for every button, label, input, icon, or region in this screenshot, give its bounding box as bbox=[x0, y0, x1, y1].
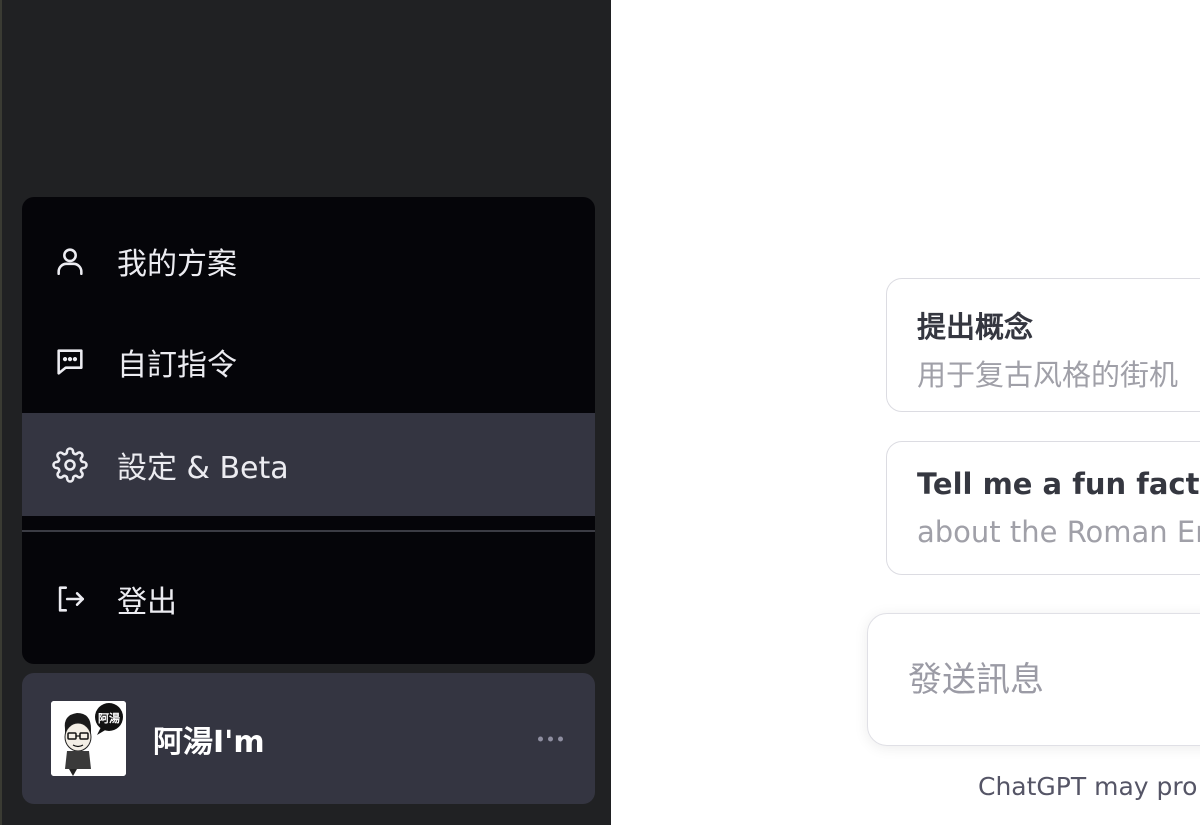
message-composer bbox=[867, 613, 1200, 746]
suggestion-subtitle: about the Roman Em bbox=[917, 515, 1200, 549]
message-input[interactable] bbox=[908, 652, 1200, 708]
menu-divider bbox=[22, 530, 595, 532]
menu-item-label: 設定 & Beta bbox=[117, 450, 289, 486]
user-name: 阿湯I'm bbox=[153, 724, 265, 760]
avatar-badge-text: 阿湯 bbox=[98, 711, 120, 725]
menu-item-custom-instructions[interactable]: 自訂指令 bbox=[22, 310, 595, 413]
logout-icon bbox=[50, 579, 90, 619]
menu-item-my-plan[interactable]: 我的方案 bbox=[22, 209, 595, 312]
avatar: 阿湯 bbox=[51, 701, 126, 776]
user-account-row[interactable]: 阿湯 阿湯I'm bbox=[22, 673, 595, 804]
menu-item-label: 我的方案 bbox=[117, 246, 237, 282]
suggestion-title: 提出概念 bbox=[917, 310, 1034, 344]
menu-item-label: 自訂指令 bbox=[117, 347, 237, 383]
gear-icon bbox=[50, 445, 90, 485]
more-horizontal-icon[interactable] bbox=[538, 736, 563, 741]
user-icon bbox=[50, 241, 90, 281]
menu-item-label: 登出 bbox=[117, 584, 177, 620]
suggestion-card[interactable]: 提出概念 用于复古风格的街机 bbox=[886, 278, 1200, 412]
account-menu: 我的方案 自訂指令 設定 & Beta 登出 bbox=[22, 197, 595, 664]
chat-main: 提出概念 用于复古风格的街机 Tell me a fun fact about … bbox=[611, 0, 1200, 825]
chat-bubble-icon bbox=[50, 342, 90, 382]
disclaimer-text: ChatGPT may pro bbox=[978, 772, 1198, 801]
menu-item-settings[interactable]: 設定 & Beta bbox=[22, 413, 595, 516]
suggestion-card[interactable]: Tell me a fun fact about the Roman Em bbox=[886, 441, 1200, 575]
suggestion-title: Tell me a fun fact bbox=[917, 467, 1200, 501]
menu-item-logout[interactable]: 登出 bbox=[22, 547, 595, 650]
sidebar: 我的方案 自訂指令 設定 & Beta 登出 阿湯 阿湯I'm bbox=[0, 0, 611, 825]
suggestion-subtitle: 用于复古风格的街机 bbox=[917, 358, 1179, 392]
